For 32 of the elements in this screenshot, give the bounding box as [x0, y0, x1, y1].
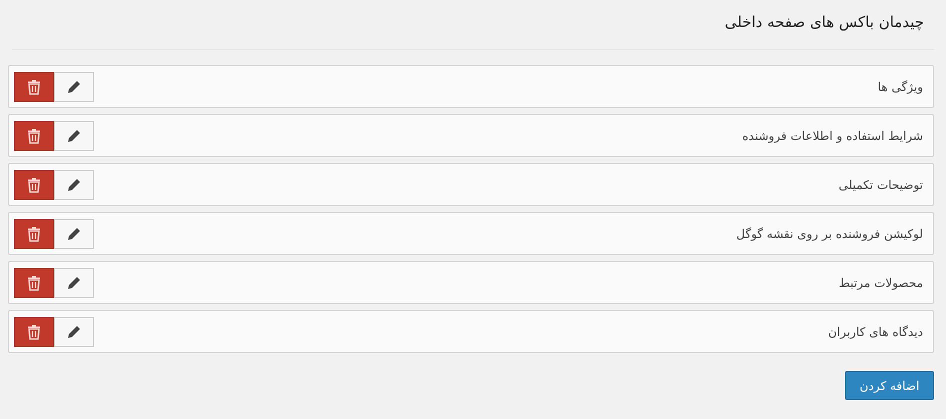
pencil-icon [67, 324, 81, 338]
delete-button[interactable] [14, 316, 54, 346]
trash-icon [27, 78, 41, 94]
trash-icon [27, 274, 41, 290]
trash-icon [27, 226, 41, 242]
box-label: شرایط استفاده و اطلاعات فروشنده [742, 128, 923, 144]
edit-button[interactable] [54, 170, 94, 200]
box-label: دیدگاه های کاربران [828, 324, 923, 340]
trash-icon [27, 324, 41, 340]
edit-button[interactable] [54, 72, 94, 102]
box-label: توضیحات تکمیلی [838, 176, 923, 194]
delete-button[interactable] [14, 218, 54, 248]
page-title: چیدمان باکس های صفحه داخلی [724, 12, 925, 33]
box-label: ویژگی ها [878, 78, 923, 96]
box-label: لوکیشن فروشنده بر روی نقشه گوگل [736, 226, 923, 242]
edit-button[interactable] [54, 316, 94, 346]
pencil-icon [67, 80, 81, 94]
delete-button[interactable] [14, 120, 54, 150]
trash-icon [27, 128, 41, 144]
edit-button[interactable] [54, 218, 94, 248]
pencil-icon [67, 128, 81, 142]
pencil-icon [67, 226, 81, 240]
delete-button[interactable] [14, 170, 54, 200]
edit-button[interactable] [54, 268, 94, 298]
trash-icon [27, 176, 41, 192]
pencil-icon [67, 276, 81, 290]
delete-button[interactable] [14, 72, 54, 102]
box-label: محصولات مرتبط [838, 274, 923, 292]
delete-button[interactable] [14, 268, 54, 298]
pencil-icon [67, 178, 81, 192]
add-button[interactable]: اضافه کردن [845, 371, 934, 400]
edit-button[interactable] [54, 120, 94, 150]
